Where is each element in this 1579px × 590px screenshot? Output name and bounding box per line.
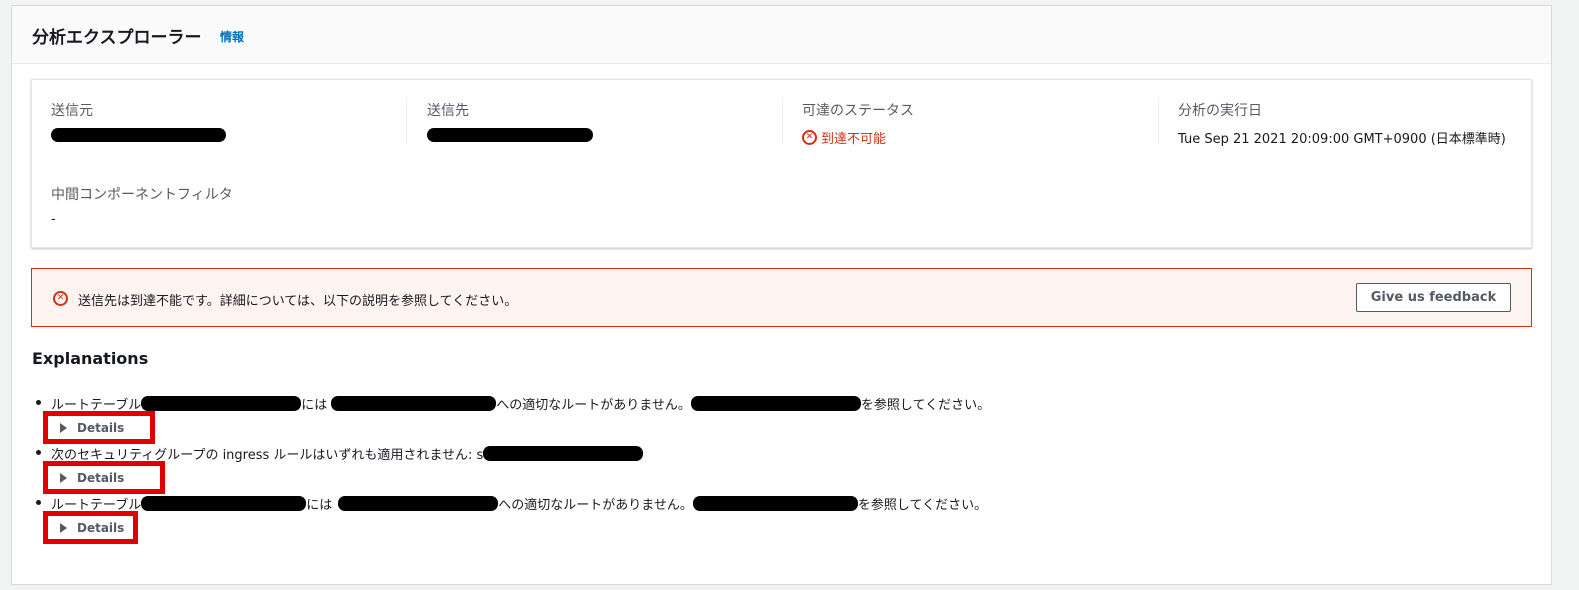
redacted-id [690,395,861,411]
redacted-id [141,395,302,411]
list-item: ルートテーブル には への適切なルートがありません。 を参照してください。 De… [32,394,1512,444]
caret-right-icon [60,422,67,433]
analysis-explorer-panel: 分析エクスプローラー 情報 送信元 送信先 可達のステータス ✕ 到達不可能 分… [11,5,1552,585]
bullet [36,500,41,505]
column-divider [1158,98,1159,144]
redacted-id [692,495,858,511]
panel-header: 分析エクスプローラー 情報 [12,6,1551,64]
explanation-text: ルートテーブル には への適切なルートがありません。 を参照してください。 [51,495,988,513]
explanations-title: Explanations [32,349,149,368]
details-toggle[interactable]: Details [43,511,138,544]
explanations-list: ルートテーブル には への適切なルートがありません。 を参照してください。 De… [32,394,1512,544]
caret-right-icon [60,522,67,533]
reachability-field: 可達のステータス ✕ 到達不可能 [802,100,914,147]
list-item: ルートテーブル には への適切なルートがありません。 を参照してください。 De… [32,494,1512,544]
redacted-destination [427,128,593,142]
redacted-source [51,128,226,142]
give-feedback-button[interactable]: Give us feedback [1356,283,1511,312]
destination-field: 送信先 [427,100,593,146]
filter-label: 中間コンポーネントフィルタ [51,187,233,203]
info-link[interactable]: 情報 [220,28,244,45]
filter-field: 中間コンポーネントフィルタ - [51,184,233,227]
reachability-status: ✕ 到達不可能 [802,128,914,147]
run-date-field: 分析の実行日 Tue Sep 21 2021 20:09:00 GMT+0900… [1178,100,1506,147]
run-date-label: 分析の実行日 [1178,103,1262,119]
error-alert: ✕ 送信先は到達不能です。詳細については、以下の説明を参照してください。 Giv… [31,268,1532,327]
redacted-id [338,495,499,511]
explanation-text: 次のセキュリティグループの ingress ルールはいずれも適用されません: s [51,444,644,463]
details-toggle[interactable]: Details [43,411,155,444]
reachability-value: 到達不可能 [821,132,887,147]
bullet [36,450,41,455]
list-item: 次のセキュリティグループの ingress ルールはいずれも適用されません: s… [32,444,1512,494]
caret-right-icon [60,472,67,483]
column-divider [782,98,783,144]
page-title: 分析エクスプローラー [32,28,202,48]
error-x-icon: ✕ [802,130,817,145]
redacted-id [331,395,497,411]
error-x-icon: ✕ [53,291,68,306]
source-label: 送信元 [51,103,93,119]
source-field: 送信元 [51,100,226,146]
column-divider [406,98,407,144]
filter-value: - [51,212,56,227]
reachability-label: 可達のステータス [802,103,914,119]
destination-label: 送信先 [427,103,469,119]
bullet [36,400,41,405]
details-toggle[interactable]: Details [43,461,165,494]
redacted-id [141,495,307,511]
redacted-id [483,445,644,461]
explanation-text: ルートテーブル には への適切なルートがありません。 を参照してください。 [51,395,991,413]
alert-message: 送信先は到達不能です。詳細については、以下の説明を参照してください。 [78,294,518,309]
run-date-value: Tue Sep 21 2021 20:09:00 GMT+0900 (日本標準時… [1178,132,1506,147]
summary-card: 送信元 送信先 可達のステータス ✕ 到達不可能 分析の実行日 Tue Sep … [31,79,1532,248]
